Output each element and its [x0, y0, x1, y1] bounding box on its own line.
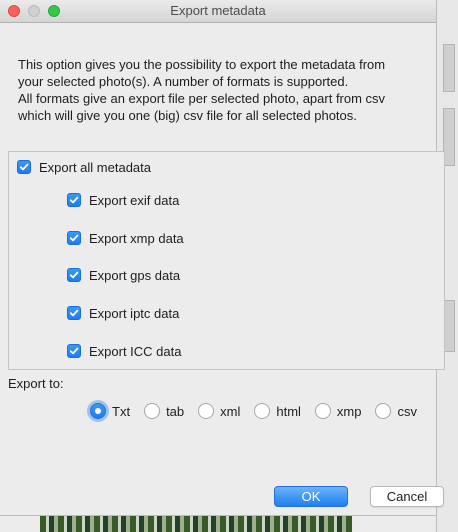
metadata-options-panel: Export all metadata Export exif data Exp…	[8, 151, 445, 370]
export-exif-checkbox[interactable]: Export exif data	[67, 191, 179, 209]
export-iptc-checkbox[interactable]: Export iptc data	[67, 304, 179, 322]
cancel-button[interactable]: Cancel	[370, 486, 444, 507]
radio-xml[interactable]: xml	[198, 403, 240, 419]
radio-csv[interactable]: csv	[375, 403, 417, 419]
radio-label: csv	[397, 403, 417, 419]
checkbox-label: Export exif data	[89, 192, 180, 208]
checkbox-label: Export all metadata	[39, 159, 152, 175]
radio-unselected-icon	[198, 403, 215, 419]
radio-label: xmp	[336, 403, 362, 419]
export-format-radio-group: Txt tab xml html xmp csv	[90, 403, 417, 419]
description-text: This option gives you the possibility to…	[18, 56, 438, 124]
export-xmp-checkbox[interactable]: Export xmp data	[67, 229, 184, 247]
minimize-window-button[interactable]	[28, 5, 40, 17]
checkbox-checked-icon	[67, 193, 81, 207]
checkbox-label: Export xmp data	[89, 230, 184, 246]
checkbox-checked-icon	[17, 160, 31, 174]
maximize-window-button[interactable]	[48, 5, 60, 17]
radio-label: xml	[220, 403, 241, 419]
checkbox-checked-icon	[67, 268, 81, 282]
title-bar: Export metadata	[0, 0, 436, 23]
export-metadata-dialog: Export metadata This option gives you th…	[0, 0, 445, 516]
export-all-metadata-checkbox[interactable]: Export all metadata	[17, 158, 151, 176]
radio-unselected-icon	[254, 403, 271, 419]
checkbox-label: Export iptc data	[89, 305, 180, 321]
radio-tab[interactable]: tab	[144, 403, 184, 419]
description-line: This option gives you the possibility to…	[18, 57, 386, 72]
radio-unselected-icon	[314, 403, 331, 419]
ok-button[interactable]: OK	[274, 486, 348, 507]
radio-selected-icon	[90, 403, 106, 419]
close-window-button[interactable]	[8, 5, 20, 17]
checkbox-checked-icon	[67, 231, 81, 245]
background-photo-thumbnail	[40, 516, 352, 532]
radio-label: Txt	[112, 403, 131, 419]
checkbox-checked-icon	[67, 344, 81, 358]
radio-txt[interactable]: Txt	[90, 403, 130, 419]
export-gps-checkbox[interactable]: Export gps data	[67, 266, 180, 284]
radio-unselected-icon	[375, 403, 392, 419]
window-title: Export metadata	[170, 3, 266, 18]
radio-html[interactable]: html	[254, 403, 301, 419]
radio-label: tab	[166, 403, 185, 419]
checkbox-label: Export gps data	[89, 267, 181, 283]
description-line: All formats give an export file per sele…	[18, 91, 386, 106]
checkbox-checked-icon	[67, 306, 81, 320]
radio-label: html	[276, 403, 301, 419]
description-line: which will give you one (big) csv file f…	[18, 108, 357, 123]
radio-xmp[interactable]: xmp	[314, 403, 362, 419]
description-line: your selected photo(s). A number of form…	[18, 74, 349, 89]
export-icc-checkbox[interactable]: Export ICC data	[67, 342, 182, 360]
radio-unselected-icon	[144, 403, 161, 419]
export-to-label: Export to:	[8, 376, 64, 391]
checkbox-label: Export ICC data	[89, 343, 182, 359]
